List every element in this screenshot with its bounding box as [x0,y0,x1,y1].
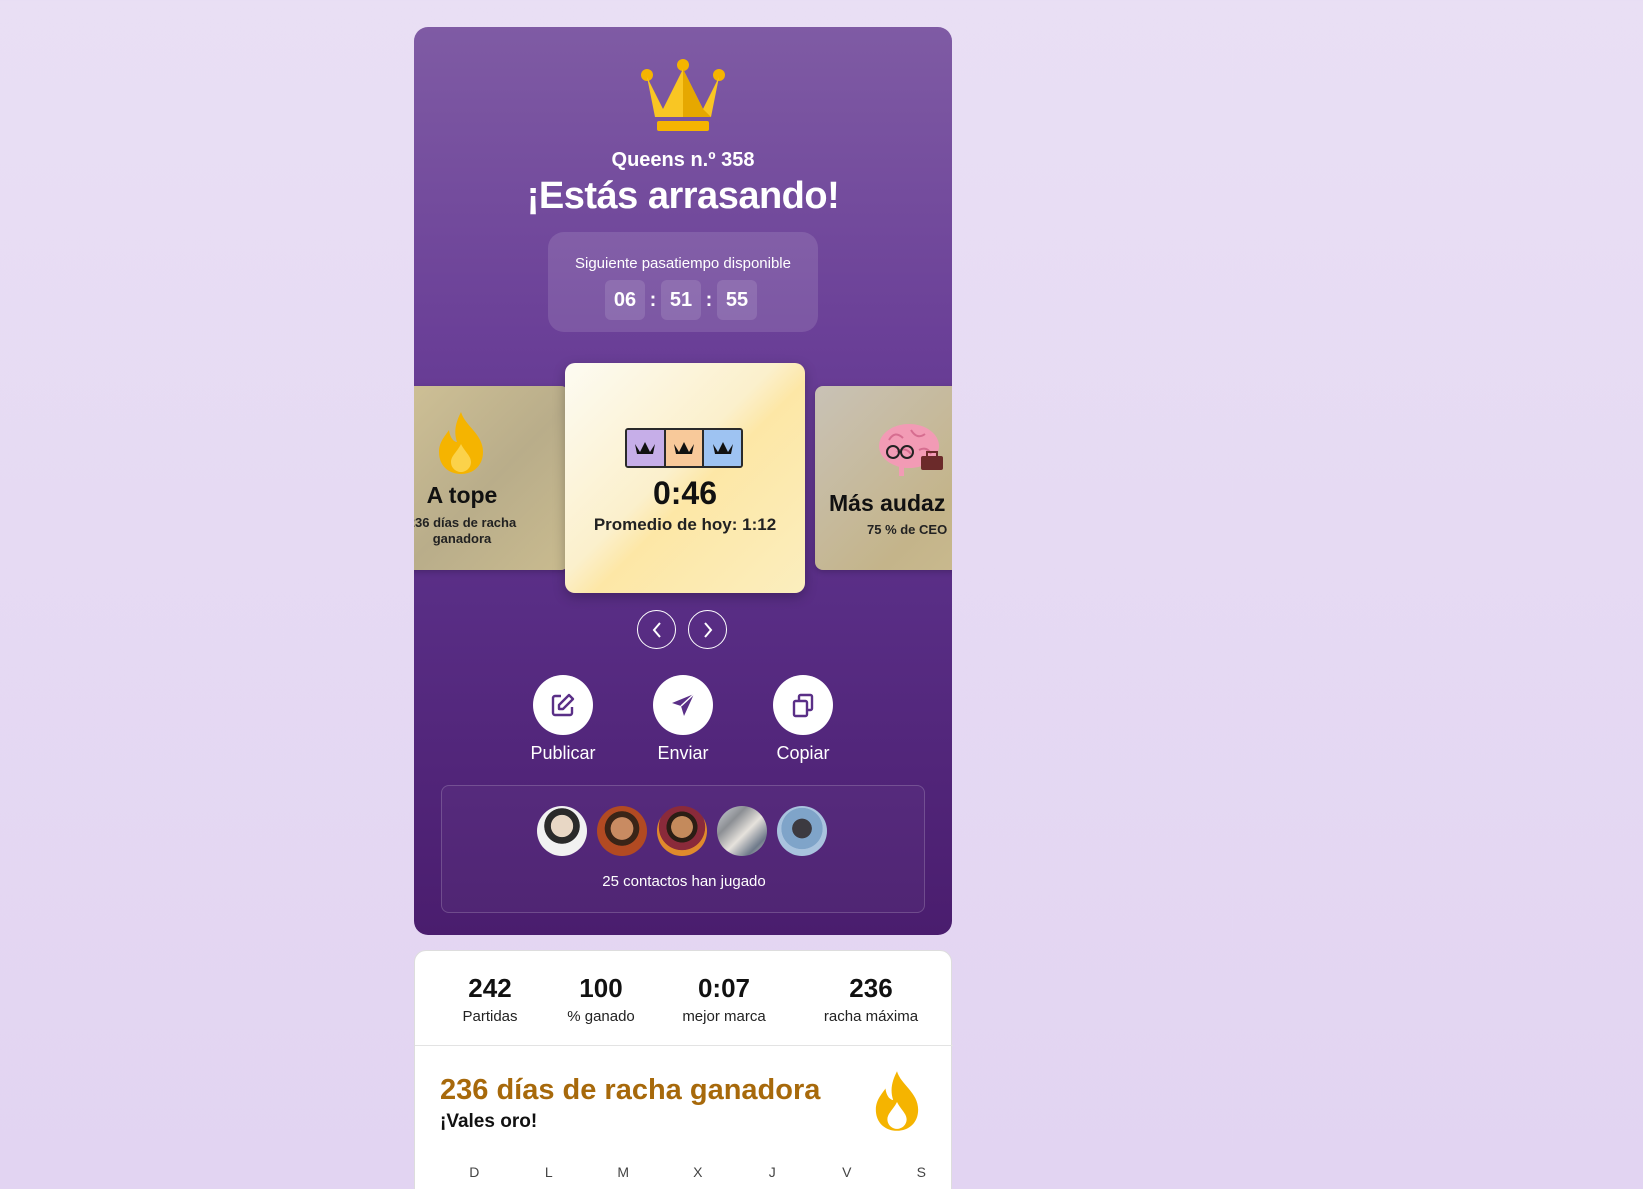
stats-card: 242 Partidas 100 % ganado 0:07 mejor mar… [414,950,953,1189]
weekday-row: D L M X J V S [437,1164,959,1180]
puzzle-label: Queens n.º 358 [611,149,755,171]
copy-circle[interactable] [773,675,833,735]
copy-button[interactable]: Copiar [758,675,848,764]
edit-icon [551,693,575,717]
contacts-played-label: 25 contactos han jugado [602,873,766,890]
stat-best-time: 0:07 mejor marca [669,973,779,1025]
avatar[interactable] [537,806,587,856]
weekday-label: J [768,1164,776,1180]
weekday-label: V [842,1164,852,1180]
countdown-box: Siguiente pasatiempo disponible 06 : 51 … [548,232,818,332]
send-label: Enviar [657,743,709,763]
copy-label: Copiar [776,743,830,763]
send-circle[interactable] [653,675,713,735]
stat-label: mejor marca [682,1008,766,1025]
crown-icon [641,59,725,131]
flame-icon [439,412,483,474]
stat-max-streak: 236 racha máxima [811,973,931,1025]
carousel-card-time[interactable]: 0:46 Promedio de hoy: 1:12 [565,363,805,593]
stat-label: racha máxima [823,1008,919,1025]
publish-circle[interactable] [533,675,593,735]
avatar[interactable] [717,806,767,856]
carousel-card-bold[interactable]: Más audaz 75 % de CEO [815,386,952,570]
queen-icon [712,442,733,454]
weekday-label: D [469,1164,480,1180]
card-subtitle: 236 días de racha ganadora [414,515,517,546]
streak-title: 236 días de racha ganadora [440,1074,821,1106]
send-icon [672,693,695,716]
stat-label: % ganado [567,1008,635,1025]
stat-win-rate: 100 % ganado [551,973,651,1025]
weekday-label: L [544,1164,553,1180]
card-subtitle: 75 % de CEO [867,522,948,537]
stat-label: Partidas [462,1008,518,1025]
card-title: Más audaz [829,490,946,516]
avatar[interactable] [657,806,707,856]
results-panel: Queens n.º 358 ¡Estás arrasando! Siguien… [414,27,952,935]
carousel-next-button[interactable] [688,610,727,649]
divider [415,1045,953,1046]
card-title: A tope [426,482,498,508]
send-button[interactable]: Enviar [638,675,728,764]
countdown-hours: 06 [605,280,645,320]
stat-value: 236 [849,973,893,1003]
solve-time: 0:46 [652,475,718,511]
queen-icon [674,442,694,454]
brain-icon [879,424,943,476]
stat-value: 242 [468,973,512,1003]
copy-icon [792,693,814,718]
stat-value: 0:07 [697,973,751,1003]
weekday-label: M [617,1164,630,1180]
carousel-card-streak[interactable]: A tope 236 días de racha ganadora [414,386,569,570]
countdown-minutes: 51 [661,280,701,320]
weekday-label: X [693,1164,703,1180]
stat-games: 242 Partidas [445,973,535,1025]
carousel-prev-button[interactable] [637,610,676,649]
countdown-label: Siguiente pasatiempo disponible [575,255,791,272]
countdown-separator: : [705,288,713,311]
publish-label: Publicar [530,743,596,763]
countdown-timer: 06 : 51 : 55 [605,280,757,320]
chevron-right-icon [703,621,712,638]
average-time: Promedio de hoy: 1:12 [593,515,777,534]
flame-icon [875,1071,919,1131]
streak-subtitle: ¡Vales oro! [440,1111,538,1132]
countdown-separator: : [649,288,657,311]
queens-strip-icon [625,428,743,468]
chevron-left-icon [652,621,661,638]
avatar[interactable] [777,806,827,856]
countdown-seconds: 55 [717,280,757,320]
avatar[interactable] [597,806,647,856]
queen-icon [635,442,656,454]
contacts-played-box[interactable]: 25 contactos han jugado [441,785,925,913]
publish-button[interactable]: Publicar [518,675,608,764]
stat-value: 100 [579,973,623,1003]
avatar-list [537,806,837,856]
headline: ¡Estás arrasando! [526,175,840,217]
weekday-label: S [916,1164,926,1180]
